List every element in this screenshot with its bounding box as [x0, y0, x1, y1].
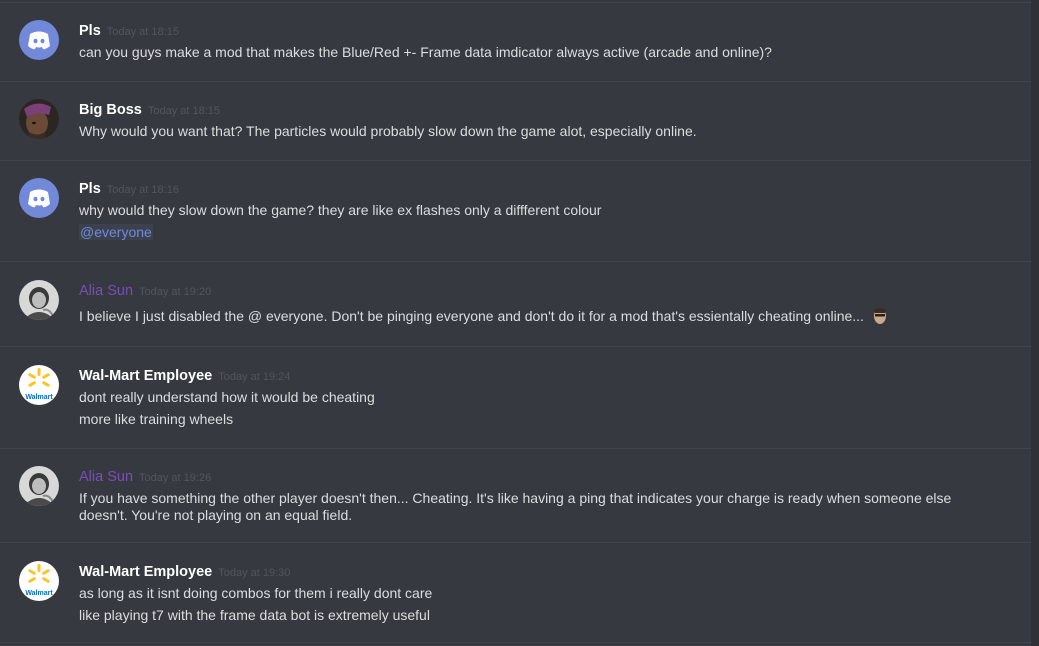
message-header: Pls Today at 18:15 [79, 22, 179, 40]
message-header: Big Boss Today at 18:15 [79, 101, 220, 119]
grayscale-photo [19, 280, 59, 320]
timestamp: Today at 19:26 [139, 472, 212, 484]
message-divider [0, 448, 1031, 449]
avatar[interactable] [19, 280, 59, 320]
timestamp: Today at 19:30 [218, 567, 291, 579]
scrollbar-track[interactable] [1031, 0, 1039, 646]
message-header: Alia Sun Today at 19:20 [79, 282, 211, 300]
avatar[interactable] [19, 99, 59, 139]
message-text: dont really understand how it would be c… [79, 389, 375, 405]
message-text: @everyone [79, 224, 153, 241]
message-text: I believe I just disabled the @ everyone… [79, 306, 890, 326]
timestamp: Today at 19:20 [139, 286, 212, 298]
username[interactable]: Wal-Mart Employee [79, 564, 212, 580]
message-header: Pls Today at 18:16 [79, 180, 179, 198]
timestamp: Today at 19:24 [218, 371, 291, 383]
username[interactable]: Wal-Mart Employee [79, 368, 212, 384]
avatar[interactable]: Walmart [19, 365, 59, 405]
timestamp: Today at 18:15 [106, 26, 179, 38]
message-text: like playing t7 with the frame data bot … [79, 607, 430, 623]
message-text: If you have something the other player d… [79, 490, 952, 523]
avatar[interactable]: Walmart [19, 561, 59, 601]
message-text: as long as it isnt doing combos for them… [79, 585, 433, 601]
message-text-content: I believe I just disabled the @ everyone… [79, 308, 864, 324]
chat-messages: Pls Today at 18:15 can you guys make a mo… [0, 0, 1039, 646]
discord-logo-icon [19, 20, 59, 60]
timestamp: Today at 18:15 [147, 105, 221, 117]
timestamp: Today at 18:16 [106, 184, 179, 196]
mention-everyone[interactable]: @everyone [79, 224, 153, 240]
walmart-logo-text: Walmart [25, 590, 53, 597]
message-divider [0, 160, 1031, 161]
message-header: Wal-Mart Employee Today at 19:30 [79, 563, 290, 581]
username[interactable]: Alia Sun [79, 469, 133, 485]
avatar[interactable] [19, 466, 59, 506]
message-divider [0, 642, 1031, 643]
username[interactable]: Pls [79, 23, 101, 39]
username[interactable]: Pls [79, 181, 101, 197]
avatar[interactable] [19, 178, 59, 218]
message-divider [0, 542, 1031, 543]
face-emoji-icon[interactable] [869, 306, 890, 326]
message-header: Wal-Mart Employee Today at 19:24 [79, 367, 290, 385]
walmart-spark-logo: Walmart [19, 365, 59, 405]
message-divider [0, 81, 1031, 82]
character-portrait [19, 99, 59, 139]
walmart-logo-text: Walmart [25, 394, 53, 401]
message-text: why would they slow down the game? they … [79, 202, 602, 218]
message-text: Why would you want that? The particles w… [79, 123, 697, 139]
message-text: more like training wheels [79, 411, 234, 427]
message-text: can you guys make a mod that makes the B… [79, 44, 772, 60]
message-divider [0, 2, 1031, 3]
avatar[interactable] [19, 20, 59, 60]
grayscale-photo [19, 466, 59, 506]
message-divider [0, 346, 1031, 347]
message-header: Alia Sun Today at 19:26 [79, 468, 211, 486]
username[interactable]: Big Boss [79, 102, 142, 118]
username[interactable]: Alia Sun [79, 283, 133, 299]
walmart-spark-logo: Walmart [19, 561, 59, 601]
message-divider [0, 261, 1031, 262]
discord-logo-icon [19, 178, 59, 218]
